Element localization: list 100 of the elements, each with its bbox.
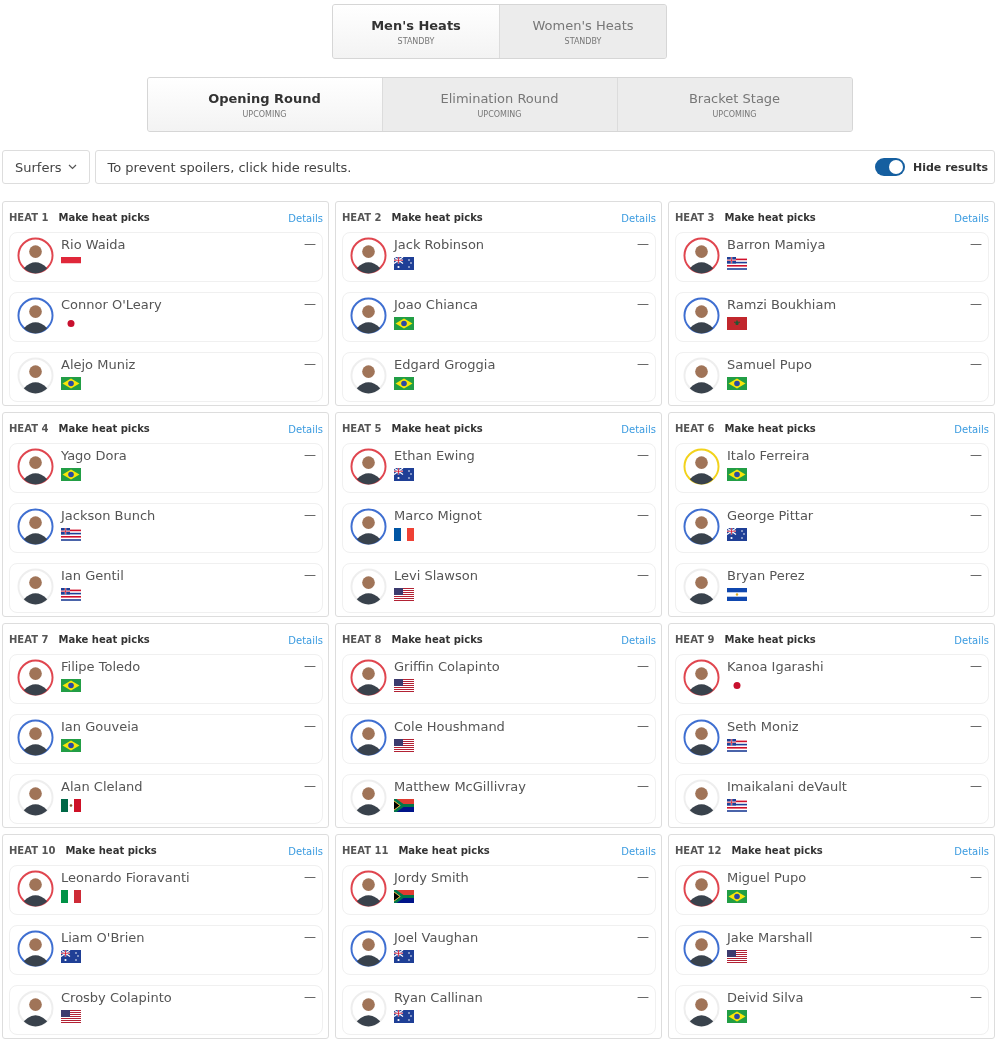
- heat-picks-label: Make heat picks: [724, 633, 817, 645]
- avatar-icon: [683, 930, 720, 967]
- avatar-icon: [17, 237, 54, 274]
- heat-title: HEAT 3: [675, 211, 715, 223]
- surfer-name: Kanoa Igarashi: [727, 659, 825, 674]
- heat-tab[interactable]: Men's Heats STANDBY: [333, 5, 499, 58]
- score: —: [304, 508, 316, 522]
- surfer-row[interactable]: Leonardo Fioravanti —: [9, 865, 323, 915]
- surfer-row[interactable]: Jordy Smith —: [342, 865, 656, 915]
- surfers-dropdown[interactable]: Surfers: [2, 150, 90, 184]
- surfer-name: George Pittar: [727, 508, 815, 523]
- surfer-row[interactable]: George Pittar —: [675, 503, 989, 553]
- flag-icon: [727, 739, 747, 752]
- toggle-switch[interactable]: [875, 158, 905, 176]
- surfer-row[interactable]: Liam O'Brien —: [9, 925, 323, 975]
- round-tab[interactable]: Opening Round UPCOMING: [147, 78, 382, 131]
- avatar-icon: [17, 719, 54, 756]
- surfer-row[interactable]: Joao Chianca —: [342, 292, 656, 342]
- avatar-icon: [17, 357, 54, 394]
- flag-icon: [394, 257, 414, 270]
- avatar-icon: [17, 990, 54, 1027]
- avatar-icon: [350, 568, 387, 605]
- heat-picks-label: Make heat picks: [724, 422, 817, 434]
- flag-icon: [727, 468, 747, 481]
- surfer-row[interactable]: Filipe Toledo —: [9, 654, 323, 704]
- surfer-name: Seth Moniz: [727, 719, 800, 734]
- avatar-icon: [683, 870, 720, 907]
- surfer-name: Miguel Pupo: [727, 870, 808, 885]
- flag-icon: [394, 588, 414, 601]
- heat-picks-label: Make heat picks: [65, 844, 158, 856]
- surfer-row[interactable]: Cole Houshmand —: [342, 714, 656, 764]
- surfer-row[interactable]: Barron Mamiya —: [675, 232, 989, 282]
- score: —: [304, 568, 316, 582]
- surfer-name: Imaikalani deVault: [727, 779, 848, 794]
- surfer-name: Jackson Bunch: [61, 508, 157, 523]
- surfer-row[interactable]: Joel Vaughan —: [342, 925, 656, 975]
- surfer-row[interactable]: Jake Marshall —: [675, 925, 989, 975]
- surfer-row[interactable]: Alan Cleland —: [9, 774, 323, 824]
- surfer-row[interactable]: Rio Waida —: [9, 232, 323, 282]
- surfer-row[interactable]: Bryan Perez —: [675, 563, 989, 613]
- surfer-row[interactable]: Griffin Colapinto —: [342, 654, 656, 704]
- surfer-name: Ryan Callinan: [394, 990, 484, 1005]
- flag-icon: [394, 890, 414, 903]
- flag-icon: [61, 679, 81, 692]
- flag-icon: [61, 377, 81, 390]
- heat-picks-label: Make heat picks: [731, 844, 824, 856]
- score: —: [304, 870, 316, 884]
- heat-picks-label: Make heat picks: [391, 633, 484, 645]
- surfer-row[interactable]: Edgard Groggia —: [342, 352, 656, 402]
- flag-icon: [727, 377, 747, 390]
- surfer-row[interactable]: Jackson Bunch —: [9, 503, 323, 553]
- avatar-icon: [17, 659, 54, 696]
- score: —: [304, 237, 316, 251]
- heat-picks-label: Make heat picks: [391, 211, 484, 223]
- surfer-row[interactable]: Ian Gouveia —: [9, 714, 323, 764]
- spoiler-message: To prevent spoilers, click hide results.: [107, 159, 353, 175]
- surfer-row[interactable]: Matthew McGillivray —: [342, 774, 656, 824]
- surfer-name: Alan Cleland: [61, 779, 144, 794]
- score: —: [970, 779, 982, 793]
- surfer-row[interactable]: Seth Moniz —: [675, 714, 989, 764]
- surfer-name: Jack Robinson: [394, 237, 486, 252]
- score: —: [970, 719, 982, 733]
- surfer-row[interactable]: Marco Mignot —: [342, 503, 656, 553]
- surfer-row[interactable]: Miguel Pupo —: [675, 865, 989, 915]
- score: —: [970, 508, 982, 522]
- surfer-row[interactable]: Ian Gentil —: [9, 563, 323, 613]
- surfer-row[interactable]: Samuel Pupo —: [675, 352, 989, 402]
- score: —: [304, 990, 316, 1004]
- heat-picks-label: Make heat picks: [58, 211, 151, 223]
- surfer-row[interactable]: Italo Ferreira —: [675, 443, 989, 493]
- round-tab[interactable]: Bracket Stage UPCOMING: [616, 78, 852, 131]
- surfer-row[interactable]: Jack Robinson —: [342, 232, 656, 282]
- surfer-row[interactable]: Kanoa Igarashi —: [675, 654, 989, 704]
- score: —: [637, 568, 649, 582]
- surfer-name: Levi Slawson: [394, 568, 479, 583]
- surfer-row[interactable]: Ryan Callinan —: [342, 985, 656, 1035]
- flag-icon: [61, 528, 81, 541]
- surfer-row[interactable]: Imaikalani deVault —: [675, 774, 989, 824]
- heat-title: HEAT 8: [342, 633, 382, 645]
- heat-title: HEAT 5: [342, 422, 382, 434]
- avatar-icon: [683, 297, 720, 334]
- surfer-row[interactable]: Connor O'Leary —: [9, 292, 323, 342]
- avatar-icon: [17, 930, 54, 967]
- avatar-icon: [350, 448, 387, 485]
- surfer-row[interactable]: Ethan Ewing —: [342, 443, 656, 493]
- avatar-icon: [17, 568, 54, 605]
- flag-icon: [394, 468, 414, 481]
- surfer-row[interactable]: Crosby Colapinto —: [9, 985, 323, 1035]
- flag-icon: [394, 377, 414, 390]
- surfer-row[interactable]: Deivid Silva —: [675, 985, 989, 1035]
- surfer-name: Ian Gentil: [61, 568, 125, 583]
- flag-icon: [394, 799, 414, 812]
- surfer-row[interactable]: Levi Slawson —: [342, 563, 656, 613]
- surfer-row[interactable]: Ramzi Boukhiam —: [675, 292, 989, 342]
- surfer-name: Liam O'Brien: [61, 930, 146, 945]
- avatar-icon: [350, 508, 387, 545]
- surfer-row[interactable]: Alejo Muniz —: [9, 352, 323, 402]
- heat-tab[interactable]: Women's Heats STANDBY: [499, 5, 666, 58]
- surfer-row[interactable]: Yago Dora —: [9, 443, 323, 493]
- avatar-icon: [350, 297, 387, 334]
